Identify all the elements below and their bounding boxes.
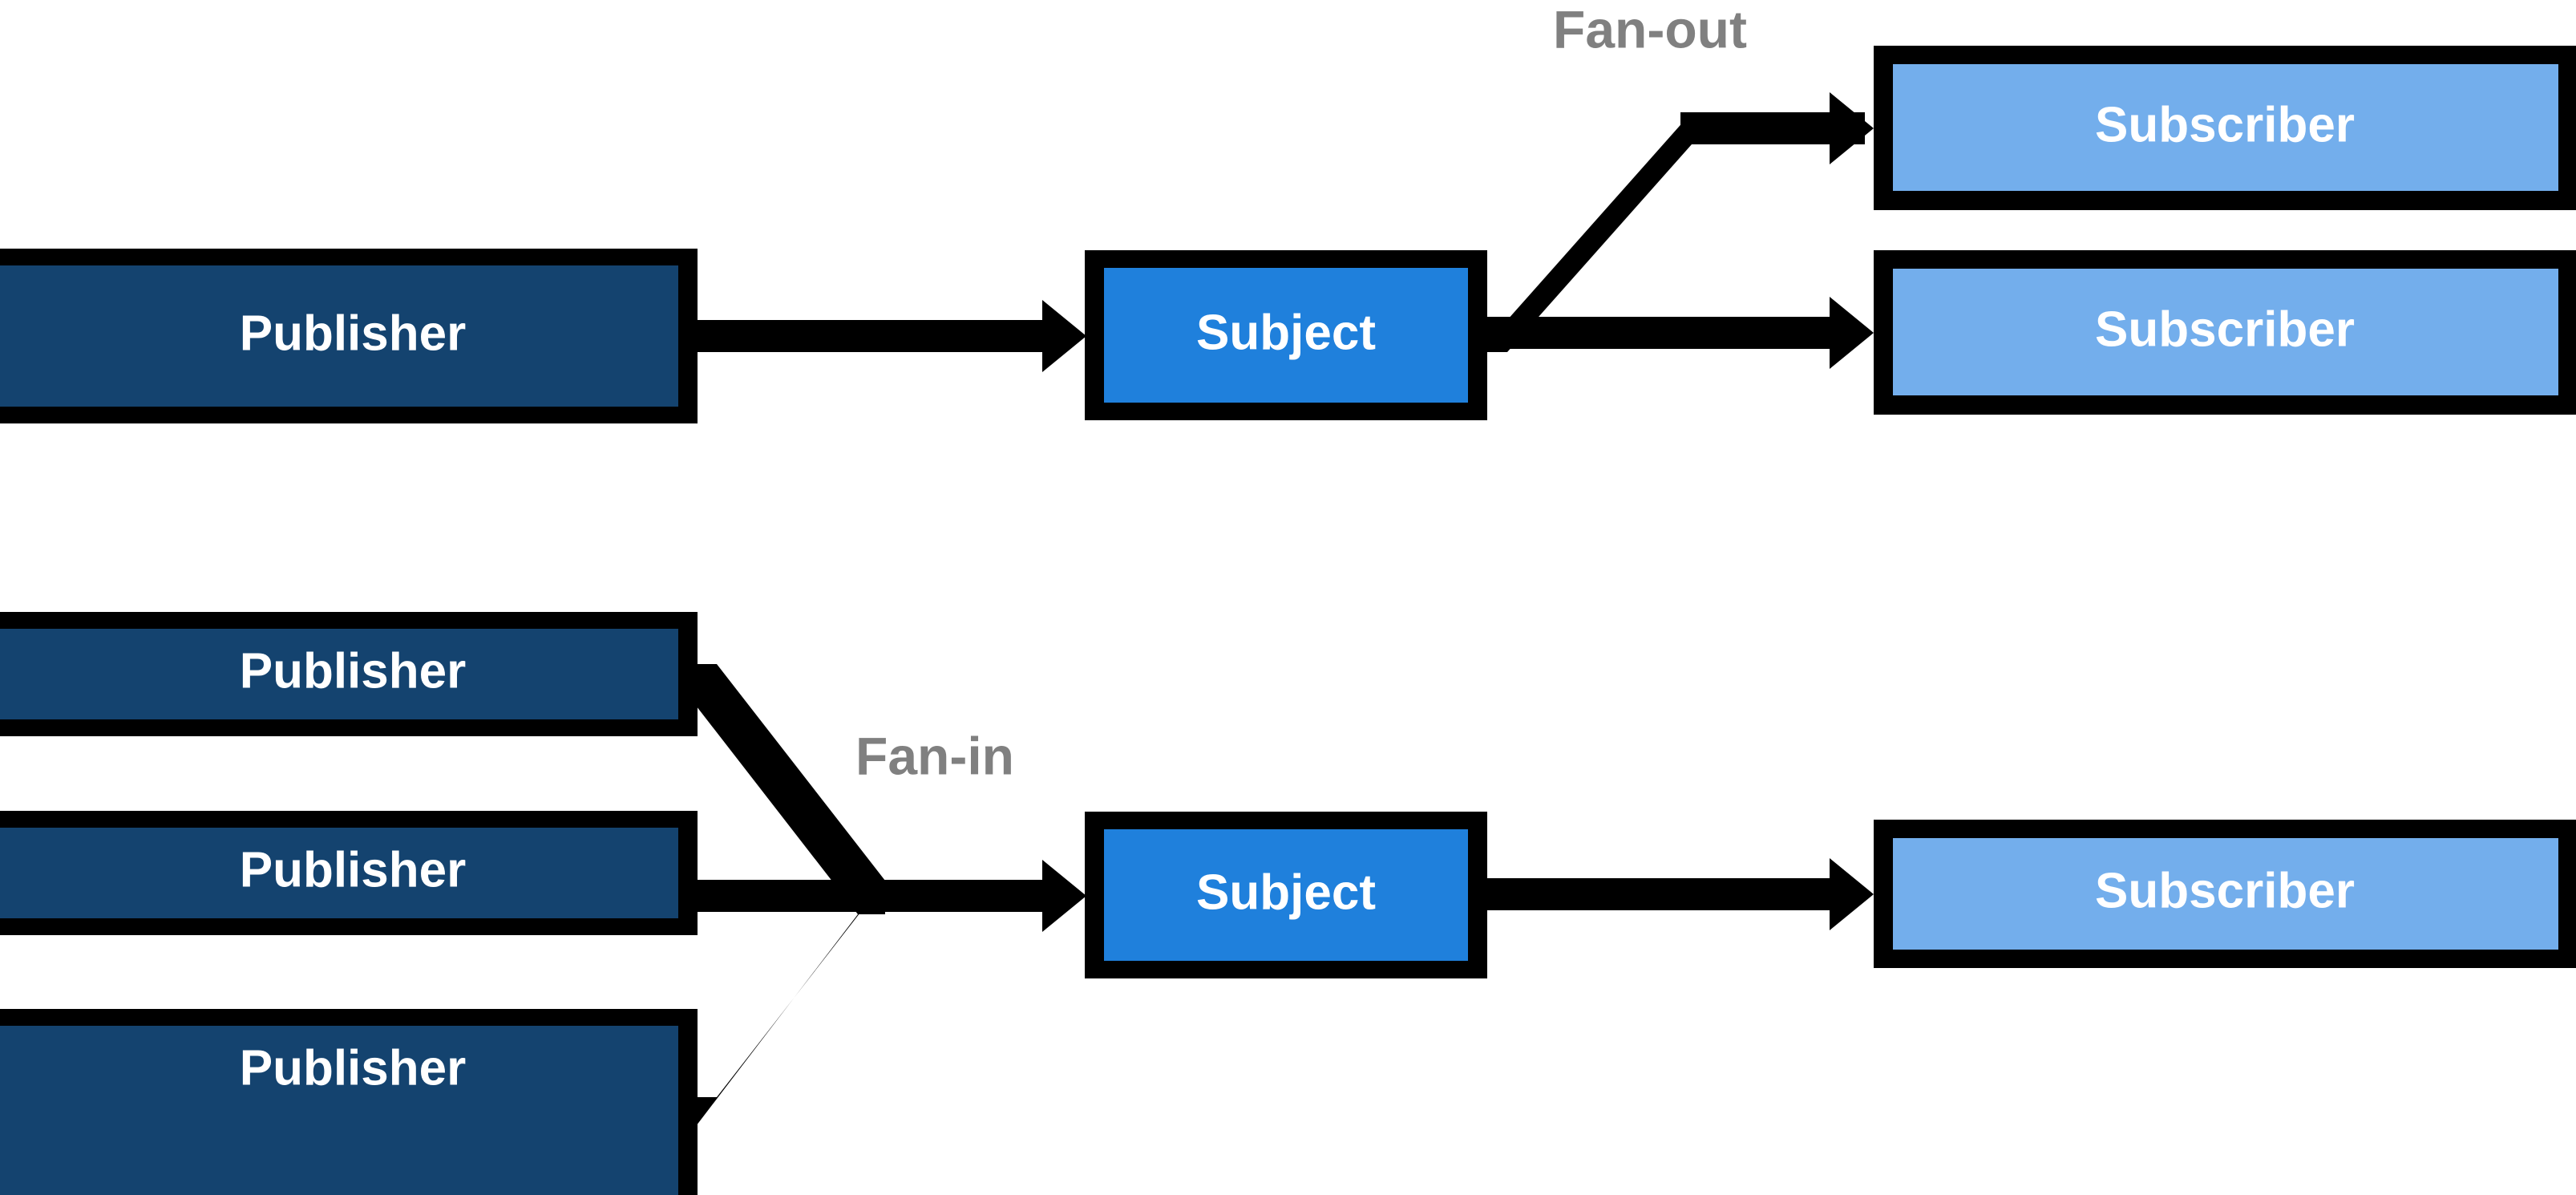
connector-merge-to-subject [850, 860, 1086, 932]
node-label: Publisher [240, 1040, 467, 1096]
node-subscriber-fanout-1[interactable]: Subscriber [1874, 46, 2576, 210]
node-label: Subscriber [2095, 97, 2355, 152]
connector-publisher1-to-merge [691, 664, 885, 914]
connector-publisher3-to-merge [691, 881, 885, 1132]
arrow-head [1042, 300, 1086, 372]
node-label: Subscriber [2095, 863, 2355, 918]
node-label: Publisher [240, 306, 467, 361]
node-subject-fanout-1[interactable]: Subject [1085, 250, 1487, 420]
arrow-diagonal-segment [1487, 112, 1692, 352]
diagram-root: Publisher Subject Subscriber Subscriber [0, 0, 2576, 1195]
node-label: Subject [1196, 305, 1376, 360]
annotation-fan-in: Fan-in [855, 726, 1014, 785]
connector-subject-to-subscriber-top [1487, 92, 1874, 352]
arrow-head [1830, 858, 1874, 930]
fan-in-group: Publisher Publisher Publisher Subject Su… [0, 612, 2576, 1195]
node-publisher-fanin-3[interactable]: Publisher [0, 1009, 698, 1195]
connector-subject-to-subscriber-fanin [1487, 858, 1874, 930]
node-publisher-fanin-2[interactable]: Publisher [0, 811, 698, 935]
node-label: Subscriber [2095, 302, 2355, 357]
node-label: Publisher [240, 643, 467, 699]
arrow-shaft [698, 320, 1050, 352]
arrow-shaft [1487, 317, 1834, 349]
node-label: Publisher [240, 842, 467, 897]
node-subject-fanin-1[interactable]: Subject [1085, 812, 1487, 978]
connector-publisher-to-subject-fanout [698, 300, 1086, 372]
diagram-canvas: Publisher Subject Subscriber Subscriber [0, 0, 2576, 1195]
node-label: Subject [1196, 865, 1376, 920]
node-subscriber-fanin-1[interactable]: Subscriber [1874, 820, 2576, 968]
arrow-head [1830, 92, 1874, 164]
node-subscriber-fanout-2[interactable]: Subscriber [1874, 250, 2576, 415]
node-publisher-fanout-1[interactable]: Publisher [0, 249, 698, 423]
node-publisher-fanin-1[interactable]: Publisher [0, 612, 698, 736]
arrow-head [1042, 860, 1086, 932]
fan-out-group: Publisher Subject Subscriber Subscriber [0, 0, 2576, 423]
arrow-head [1830, 297, 1874, 369]
annotation-fan-out: Fan-out [1553, 0, 1747, 59]
arrow-shaft [850, 880, 1050, 912]
arrow-shaft [1487, 878, 1834, 910]
